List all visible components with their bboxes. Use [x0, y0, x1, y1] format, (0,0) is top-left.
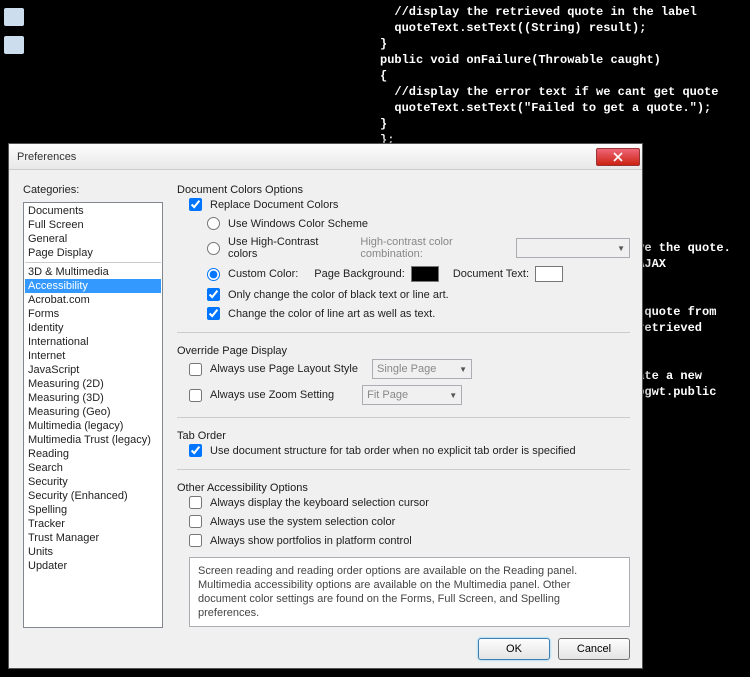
sys-color-label: Always use the system selection color [210, 516, 395, 528]
tab-order-title: Tab Order [177, 430, 630, 442]
line-art-label: Change the color of line art as well as … [228, 308, 435, 320]
other-title: Other Accessibility Options [177, 482, 630, 494]
only-black-label: Only change the color of black text or l… [228, 289, 449, 301]
background-code-side: eve the quote. AJAX n quote from retriev… [630, 240, 750, 400]
preferences-dialog: Preferences Categories: DocumentsFull Sc… [8, 143, 643, 669]
ok-button[interactable]: OK [478, 638, 550, 660]
categories-panel: Categories: DocumentsFull ScreenGeneralP… [23, 184, 163, 628]
divider [177, 417, 630, 418]
close-button[interactable] [596, 148, 640, 166]
page-layout-checkbox[interactable] [189, 363, 202, 376]
category-item[interactable]: Forms [25, 307, 161, 321]
category-item[interactable]: Documents [25, 204, 161, 218]
zoom-label: Always use Zoom Setting [210, 389, 334, 401]
category-item[interactable]: Multimedia Trust (legacy) [25, 433, 161, 447]
replace-doc-colors-checkbox[interactable] [189, 198, 202, 211]
category-item[interactable]: Measuring (3D) [25, 391, 161, 405]
category-item[interactable]: Acrobat.com [25, 293, 161, 307]
chevron-down-icon: ▼ [459, 365, 467, 374]
category-item[interactable]: Reading [25, 447, 161, 461]
titlebar: Preferences [9, 144, 642, 170]
chevron-down-icon: ▼ [449, 391, 457, 400]
doc-colors-title: Document Colors Options [177, 184, 630, 196]
category-item[interactable]: Full Screen [25, 218, 161, 232]
page-layout-dropdown: Single Page▼ [372, 359, 472, 379]
portfolios-label: Always show portfolios in platform contr… [210, 535, 412, 547]
cancel-button[interactable]: Cancel [558, 638, 630, 660]
settings-panel: Document Colors Options Replace Document… [177, 184, 630, 628]
category-item[interactable]: Spelling [25, 503, 161, 517]
kb-cursor-checkbox[interactable] [189, 496, 202, 509]
line-art-checkbox[interactable] [207, 307, 220, 320]
dialog-buttons: OK Cancel [23, 628, 630, 660]
info-text: Screen reading and reading order options… [189, 557, 630, 627]
category-item[interactable]: Page Display [25, 246, 161, 260]
category-item[interactable]: Accessibility [25, 279, 161, 293]
high-contrast-label: Use High-Contrast colors [228, 236, 344, 260]
category-item[interactable]: 3D & Multimedia [25, 265, 161, 279]
hc-combo-label: High-contrast color combination: [360, 236, 509, 260]
page-layout-label: Always use Page Layout Style [210, 363, 358, 375]
doc-text-swatch[interactable] [535, 266, 563, 282]
page-bg-label: Page Background: [314, 268, 405, 280]
replace-doc-colors-label: Replace Document Colors [210, 199, 338, 211]
category-item[interactable]: Units [25, 545, 161, 559]
only-black-checkbox[interactable] [207, 288, 220, 301]
divider [177, 469, 630, 470]
zoom-checkbox[interactable] [189, 389, 202, 402]
high-contrast-radio[interactable] [207, 242, 220, 255]
category-item[interactable]: General [25, 232, 161, 246]
category-item[interactable]: Measuring (Geo) [25, 405, 161, 419]
sys-color-checkbox[interactable] [189, 515, 202, 528]
category-item[interactable]: Identity [25, 321, 161, 335]
background-code: //display the retrieved quote in the lab… [0, 0, 750, 164]
tab-structure-checkbox[interactable] [189, 444, 202, 457]
category-item[interactable]: International [25, 335, 161, 349]
doc-text-label: Document Text: [453, 268, 529, 280]
category-item[interactable]: Internet [25, 349, 161, 363]
windows-scheme-radio[interactable] [207, 217, 220, 230]
custom-color-label: Custom Color: [228, 268, 298, 280]
category-item[interactable]: Tracker [25, 517, 161, 531]
category-item[interactable]: Security [25, 475, 161, 489]
close-icon [613, 152, 623, 162]
tab-structure-label: Use document structure for tab order whe… [210, 445, 576, 457]
category-item[interactable]: Multimedia (legacy) [25, 419, 161, 433]
windows-scheme-label: Use Windows Color Scheme [228, 218, 368, 230]
categories-list[interactable]: DocumentsFull ScreenGeneralPage Display 3… [23, 202, 163, 628]
category-item[interactable]: Trust Manager [25, 531, 161, 545]
override-title: Override Page Display [177, 345, 630, 357]
hc-combo-dropdown: ▼ [516, 238, 630, 258]
divider [177, 332, 630, 333]
category-item[interactable]: Security (Enhanced) [25, 489, 161, 503]
category-item[interactable]: Measuring (2D) [25, 377, 161, 391]
divider [25, 262, 161, 263]
kb-cursor-label: Always display the keyboard selection cu… [210, 497, 429, 509]
category-item[interactable]: JavaScript [25, 363, 161, 377]
zoom-dropdown: Fit Page▼ [362, 385, 462, 405]
page-bg-swatch[interactable] [411, 266, 439, 282]
categories-label: Categories: [23, 184, 163, 196]
dialog-title: Preferences [17, 151, 596, 163]
portfolios-checkbox[interactable] [189, 534, 202, 547]
chevron-down-icon: ▼ [617, 244, 625, 253]
category-item[interactable]: Updater [25, 559, 161, 573]
custom-color-radio[interactable] [207, 268, 220, 281]
category-item[interactable]: Search [25, 461, 161, 475]
